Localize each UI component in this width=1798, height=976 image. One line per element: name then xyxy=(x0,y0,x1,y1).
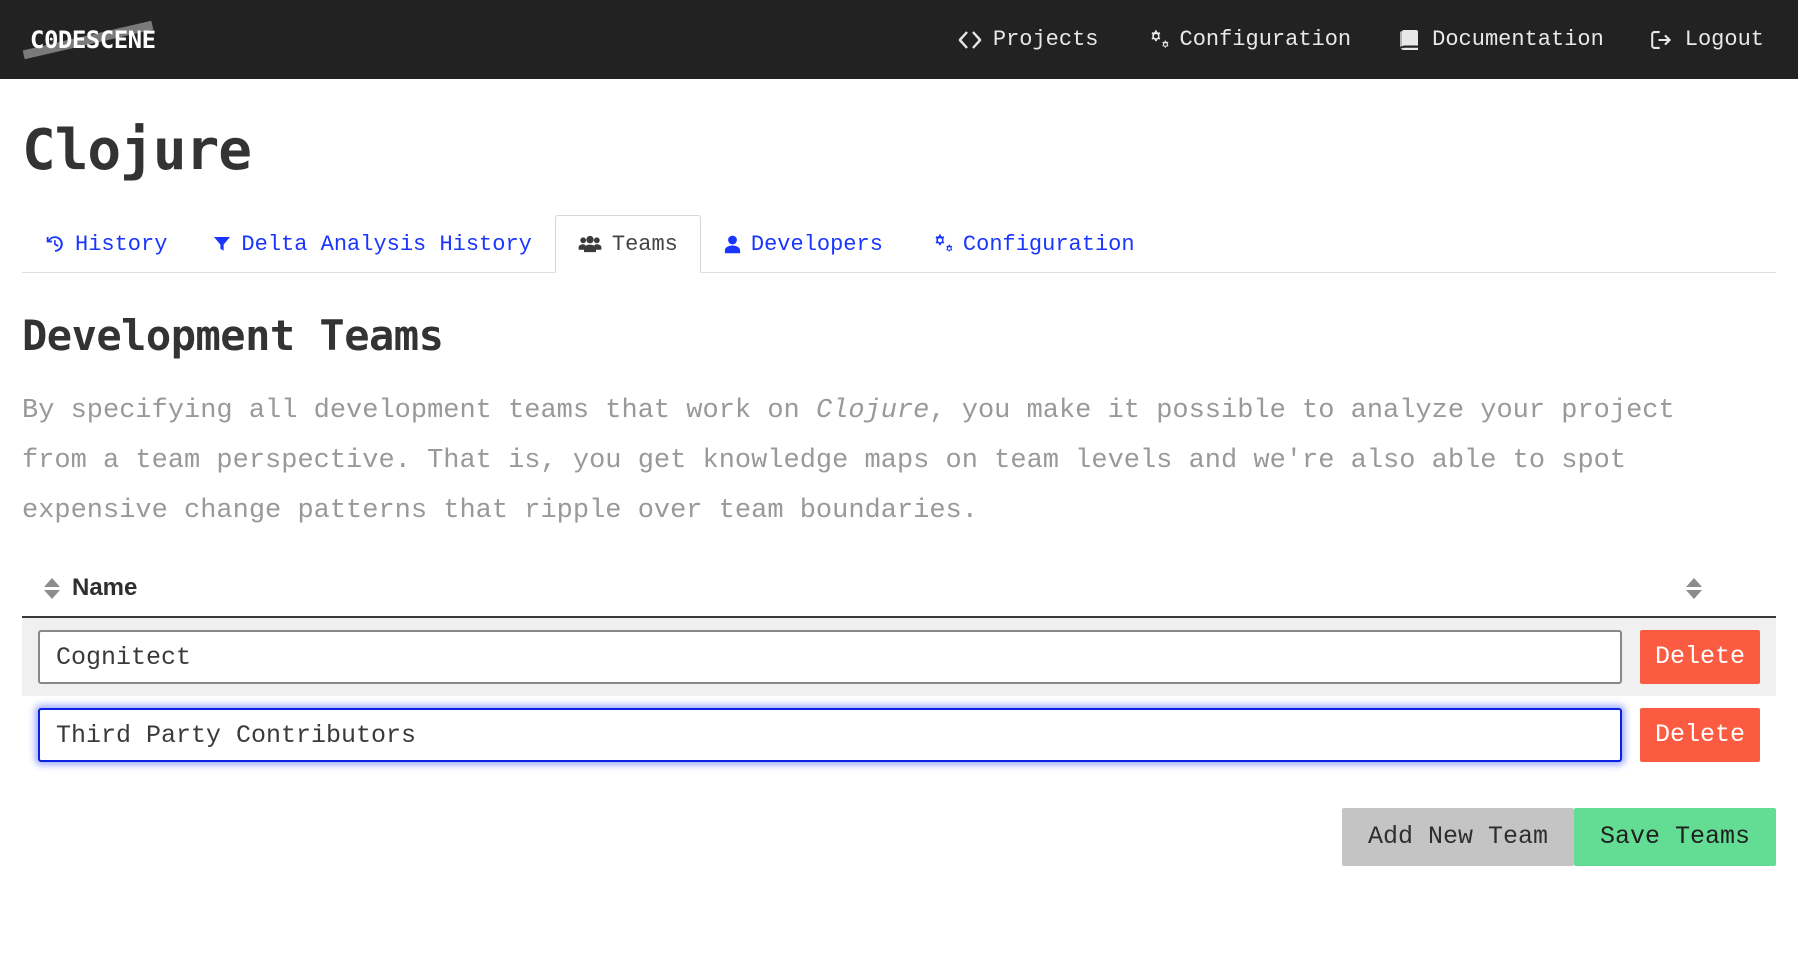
project-tabs: History Delta Analysis History Teams xyxy=(22,211,1776,273)
user-icon xyxy=(724,235,741,254)
users-icon xyxy=(578,235,602,254)
top-navigation-bar: C0DESCENE Projects Configuration Documen… xyxy=(0,0,1798,79)
page-title: Clojure xyxy=(22,118,1776,183)
save-teams-button[interactable]: Save Teams xyxy=(1574,808,1776,866)
tab-delta-analysis-history[interactable]: Delta Analysis History xyxy=(190,215,554,273)
logo-text: C0DESCENE xyxy=(30,26,156,54)
nav-item-label: Logout xyxy=(1685,27,1764,52)
nav-item-label: Configuration xyxy=(1180,27,1352,52)
codescene-logo[interactable]: C0DESCENE xyxy=(26,20,160,60)
delete-team-button[interactable]: Delete xyxy=(1640,708,1760,762)
nav-item-label: Documentation xyxy=(1432,27,1604,52)
add-new-team-button[interactable]: Add New Team xyxy=(1342,808,1574,866)
tab-history[interactable]: History xyxy=(22,215,190,273)
tab-teams[interactable]: Teams xyxy=(555,215,701,273)
tab-label: Configuration xyxy=(963,232,1135,257)
filter-icon xyxy=(213,235,231,253)
column-header-label: Name xyxy=(72,574,137,602)
sign-out-icon xyxy=(1650,28,1674,52)
form-actions: Add New Team Save Teams xyxy=(22,808,1776,866)
sort-arrows-icon[interactable] xyxy=(44,578,60,599)
delete-team-button[interactable]: Delete xyxy=(1640,630,1760,684)
description-project-name: Clojure xyxy=(816,396,929,426)
sort-arrows-icon[interactable] xyxy=(1686,578,1702,599)
tab-label: History xyxy=(75,232,167,257)
main-nav: Projects Configuration Documentation Log… xyxy=(958,27,1764,52)
tab-label: Teams xyxy=(612,232,678,257)
cogs-icon xyxy=(929,234,953,254)
nav-item-configuration[interactable]: Configuration xyxy=(1145,27,1352,52)
section-description: By specifying all development teams that… xyxy=(22,386,1742,536)
table-row: Delete xyxy=(22,696,1776,774)
nav-item-projects[interactable]: Projects xyxy=(958,27,1099,52)
column-header-name[interactable]: Name xyxy=(44,574,1634,602)
tab-configuration[interactable]: Configuration xyxy=(906,215,1158,273)
team-name-input[interactable] xyxy=(38,630,1622,684)
cogs-icon xyxy=(1145,28,1169,52)
history-icon xyxy=(45,234,65,254)
teams-table: Name Delete Delete xyxy=(22,564,1776,774)
section-heading: Development Teams xyxy=(22,311,1776,360)
table-header-row: Name xyxy=(22,564,1776,618)
column-header-actions[interactable] xyxy=(1634,578,1754,599)
code-icon xyxy=(958,28,982,52)
page-content: Clojure History Delta Analysis History xyxy=(0,118,1798,866)
team-name-input[interactable] xyxy=(38,708,1622,762)
tab-label: Developers xyxy=(751,232,883,257)
nav-item-documentation[interactable]: Documentation xyxy=(1397,27,1604,52)
description-part-1: By specifying all development teams that… xyxy=(22,396,816,426)
nav-item-label: Projects xyxy=(993,27,1099,52)
book-icon xyxy=(1397,28,1421,52)
nav-item-logout[interactable]: Logout xyxy=(1650,27,1764,52)
table-row: Delete xyxy=(22,618,1776,696)
tab-developers[interactable]: Developers xyxy=(701,215,906,273)
tab-label: Delta Analysis History xyxy=(241,232,531,257)
